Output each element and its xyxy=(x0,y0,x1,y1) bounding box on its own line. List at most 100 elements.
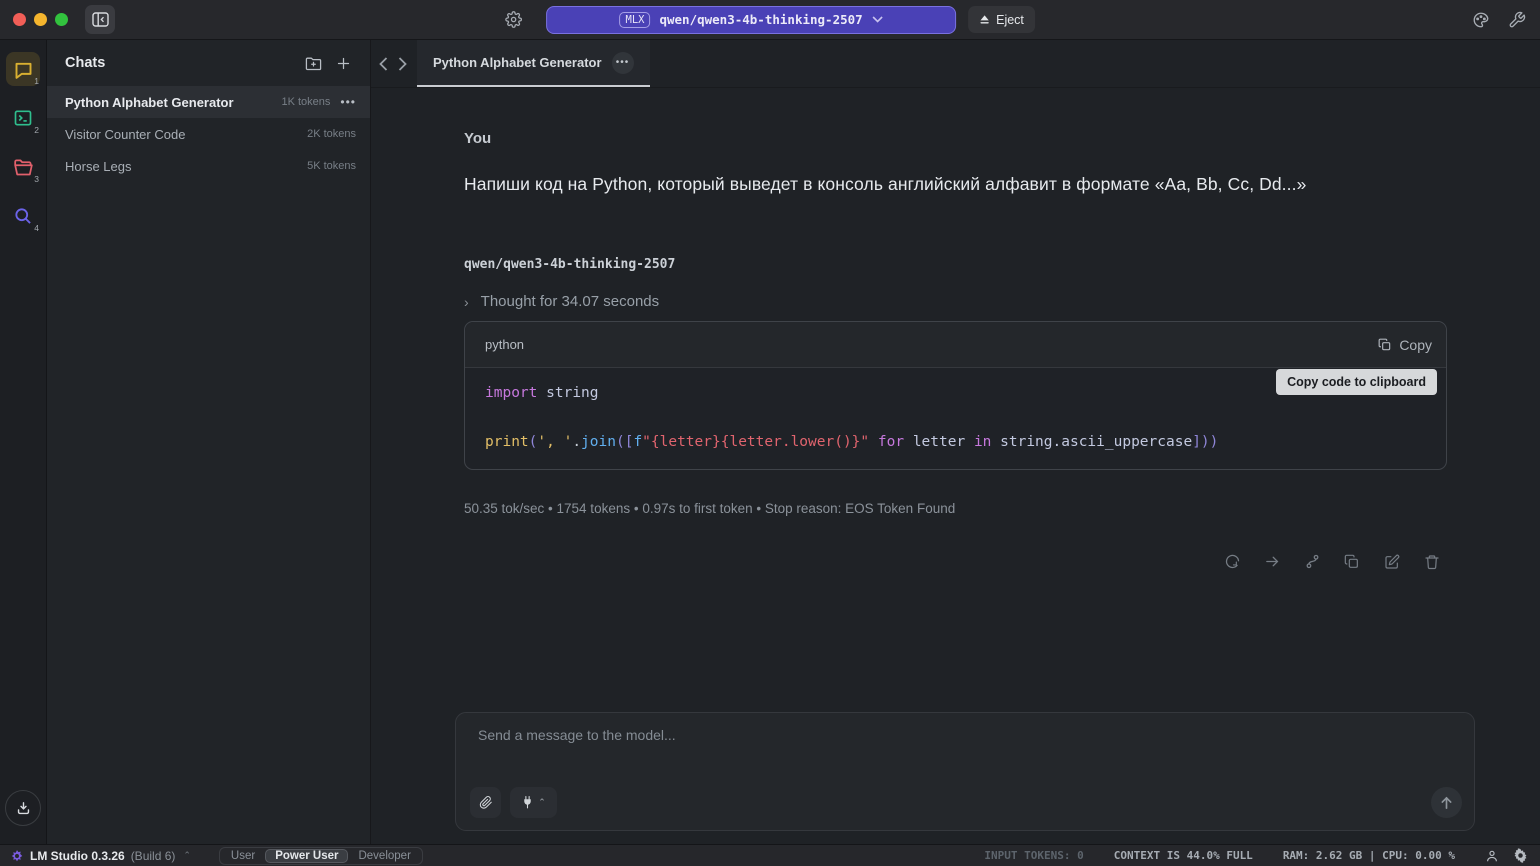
nav-chat-button[interactable]: 1 xyxy=(6,52,40,86)
sidebar-panel-icon xyxy=(92,12,109,27)
chat-bubble-icon xyxy=(13,59,34,80)
chats-title: Chats xyxy=(65,55,298,71)
attach-file-button[interactable] xyxy=(470,787,501,818)
mode-user[interactable]: User xyxy=(221,849,265,863)
continue-button[interactable] xyxy=(1257,549,1287,575)
user-mode-switch: User Power User Developer xyxy=(219,847,423,865)
window-controls xyxy=(13,13,68,26)
minimize-window-button[interactable] xyxy=(34,13,47,26)
status-bar: LM Studio 0.3.26 (Build 6) ⌃ User Power … xyxy=(0,844,1540,866)
send-message-button[interactable] xyxy=(1431,787,1462,818)
copy-message-button[interactable] xyxy=(1337,549,1367,575)
toggle-sidebar-button[interactable] xyxy=(85,5,115,34)
top-bar-right xyxy=(1472,11,1526,29)
delete-message-button[interactable] xyxy=(1417,549,1447,575)
user-account-icon[interactable] xyxy=(1485,849,1499,863)
app-version[interactable]: LM Studio 0.3.26 (Build 6) ⌃ xyxy=(10,849,191,863)
chat-list-item[interactable]: Python Alphabet Generator 1K tokens ••• xyxy=(47,86,370,118)
code-language-label: python xyxy=(485,337,1378,352)
tab-bar: Python Alphabet Generator ••• xyxy=(371,40,1540,88)
tab-menu-button[interactable]: ••• xyxy=(612,52,634,74)
close-window-button[interactable] xyxy=(13,13,26,26)
copy-icon xyxy=(1378,338,1392,352)
main-layout: 1 2 3 4 xyxy=(0,40,1540,844)
arrow-up-icon xyxy=(1440,796,1453,810)
user-message-text: Напиши код на Python, который выведет в … xyxy=(464,174,1447,195)
tab-python-alphabet-generator[interactable]: Python Alphabet Generator ••• xyxy=(417,40,650,87)
thought-toggle[interactable]: › Thought for 34.07 seconds xyxy=(464,293,1447,310)
nav-badge: 4 xyxy=(34,223,39,233)
history-forward-button[interactable] xyxy=(398,57,407,71)
paperclip-icon xyxy=(479,795,493,810)
history-back-button[interactable] xyxy=(379,57,388,71)
eject-label: Eject xyxy=(996,13,1024,27)
plug-icon xyxy=(521,795,534,810)
developer-wrench-icon[interactable] xyxy=(1508,11,1526,29)
search-icon xyxy=(13,206,33,226)
message-actions xyxy=(464,549,1447,575)
chats-header: Chats xyxy=(47,40,370,86)
integrations-plug-button[interactable]: ⌃ xyxy=(510,787,557,818)
message-composer: ⌃ xyxy=(455,712,1475,831)
downloads-button[interactable] xyxy=(5,790,41,826)
folder-icon xyxy=(13,157,34,177)
nav-badge: 3 xyxy=(34,174,39,184)
chat-item-menu-button[interactable]: ••• xyxy=(340,95,356,109)
terminal-icon xyxy=(13,108,33,128)
assistant-model-name: qwen/qwen3-4b-thinking-2507 xyxy=(464,257,1447,272)
thought-label: Thought for 34.07 seconds xyxy=(481,293,659,310)
generation-stats: 50.35 tok/sec • 1754 tokens • 0.97s to f… xyxy=(464,501,1447,516)
code-blank-line xyxy=(485,406,1426,431)
new-folder-icon xyxy=(305,56,322,71)
chat-token-count: 1K tokens xyxy=(281,96,330,108)
chat-name: Horse Legs xyxy=(65,159,299,174)
composer-toolbar: ⌃ xyxy=(470,787,1462,818)
chat-token-count: 5K tokens xyxy=(307,160,356,172)
ram-cpu-stat: RAM: 2.62 GB | CPU: 0.00 % xyxy=(1283,849,1455,862)
chat-list-item[interactable]: Visitor Counter Code 2K tokens xyxy=(47,118,370,150)
chevron-up-icon: ⌃ xyxy=(183,850,191,861)
copy-label: Copy xyxy=(1399,337,1432,353)
tab-title: Python Alphabet Generator xyxy=(433,55,602,70)
download-icon xyxy=(15,800,32,817)
context-stat[interactable]: CONTEXT IS 44.0% FULL xyxy=(1114,849,1253,862)
code-block-header: python Copy xyxy=(465,322,1446,368)
model-loader: MLX qwen/qwen3-4b-thinking-2507 Eject xyxy=(505,6,1035,34)
mode-developer[interactable]: Developer xyxy=(348,849,420,863)
user-message-sender: You xyxy=(464,130,1447,147)
eject-icon xyxy=(979,14,990,25)
code-block: python Copy import string print(', '.joi… xyxy=(464,321,1447,470)
chat-main-area: Python Alphabet Generator ••• You Напиши… xyxy=(371,40,1540,844)
nav-developer-button[interactable]: 2 xyxy=(6,101,40,135)
new-folder-button[interactable] xyxy=(298,49,328,77)
branch-button[interactable] xyxy=(1297,549,1327,575)
chat-list: Python Alphabet Generator 1K tokens ••• … xyxy=(47,86,370,182)
top-bar: MLX qwen/qwen3-4b-thinking-2507 Eject xyxy=(0,0,1540,40)
settings-gear-icon[interactable] xyxy=(1513,848,1528,863)
model-selector-dropdown[interactable]: MLX qwen/qwen3-4b-thinking-2507 xyxy=(546,6,956,34)
mlx-badge: MLX xyxy=(620,12,651,28)
chat-name: Visitor Counter Code xyxy=(65,127,299,142)
lm-studio-window: MLX qwen/qwen3-4b-thinking-2507 Eject xyxy=(0,0,1540,866)
nav-badge: 1 xyxy=(34,76,39,86)
zoom-window-button[interactable] xyxy=(55,13,68,26)
conversation: You Напиши код на Python, который выведе… xyxy=(371,88,1447,575)
chevron-up-icon: ⌃ xyxy=(538,797,546,808)
mode-power-user[interactable]: Power User xyxy=(265,849,348,863)
loaded-model-name: qwen/qwen3-4b-thinking-2507 xyxy=(659,12,862,27)
nav-discover-button[interactable]: 4 xyxy=(6,199,40,233)
chat-token-count: 2K tokens xyxy=(307,128,356,140)
eject-model-button[interactable]: Eject xyxy=(968,6,1035,33)
edit-message-button[interactable] xyxy=(1377,549,1407,575)
model-settings-gear-icon[interactable] xyxy=(505,11,522,28)
copy-tooltip: Copy code to clipboard xyxy=(1276,369,1437,395)
lm-studio-logo xyxy=(10,849,24,863)
theme-palette-icon[interactable] xyxy=(1472,11,1490,29)
chevron-down-icon xyxy=(872,16,883,23)
chat-list-item[interactable]: Horse Legs 5K tokens xyxy=(47,150,370,182)
message-input[interactable] xyxy=(478,727,1458,777)
copy-code-button[interactable]: Copy xyxy=(1378,337,1432,353)
regenerate-button[interactable] xyxy=(1217,549,1247,575)
nav-my-models-button[interactable]: 3 xyxy=(6,150,40,184)
new-chat-button[interactable] xyxy=(328,49,358,77)
